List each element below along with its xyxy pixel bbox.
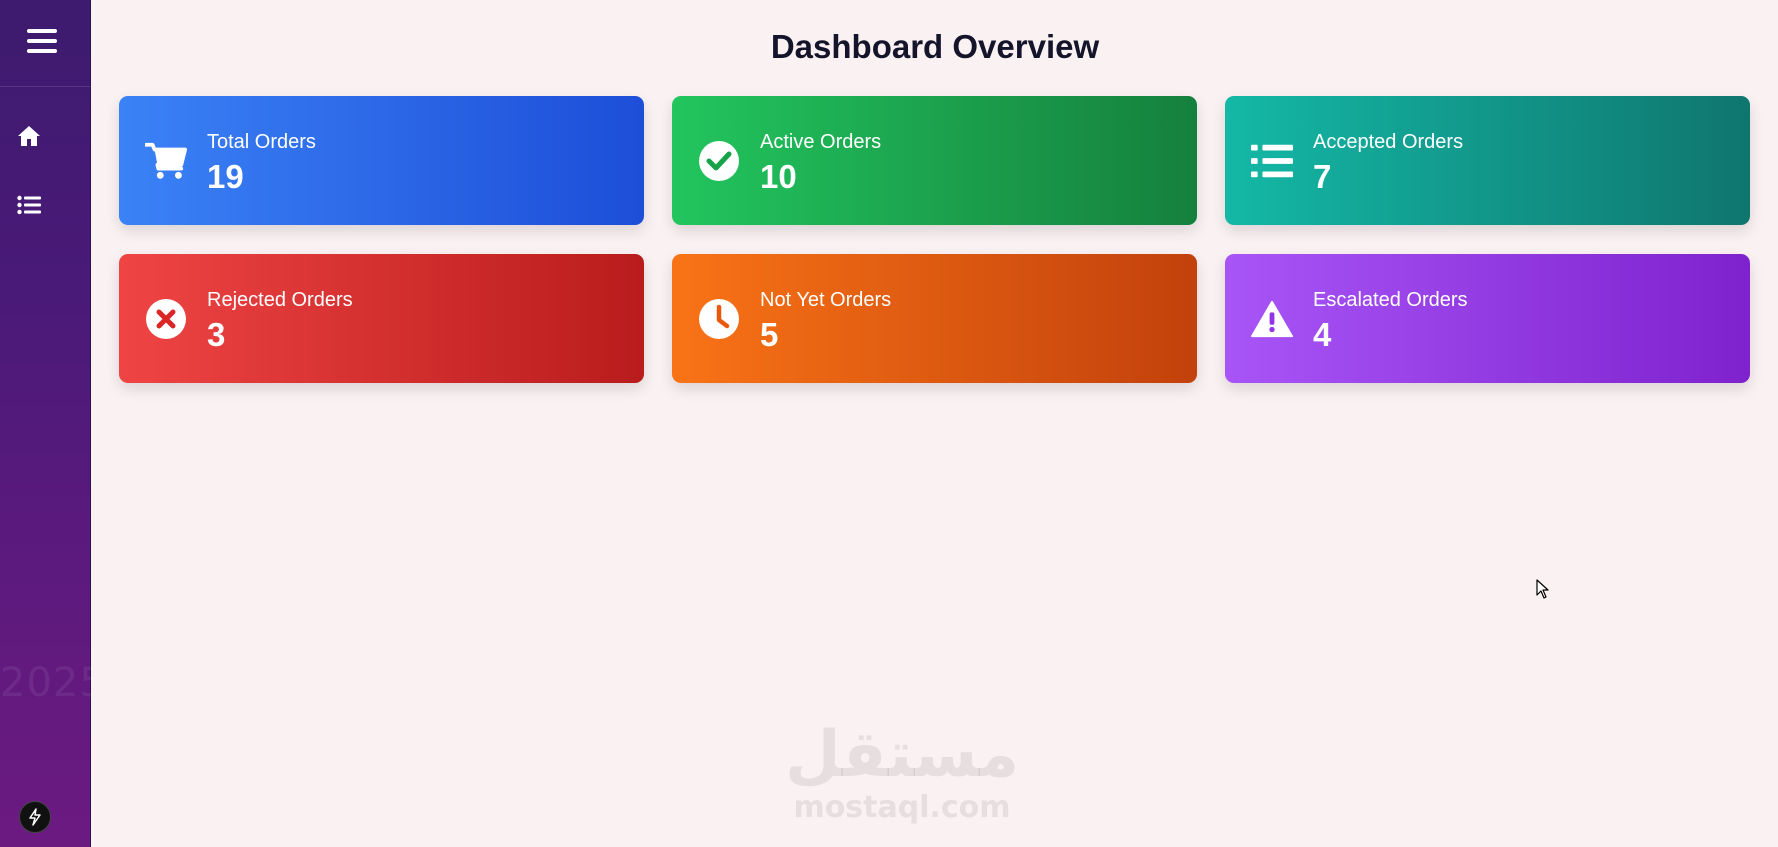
card-not-yet-orders[interactable]: Not Yet Orders 5 (672, 254, 1197, 383)
list-icon (1251, 140, 1293, 182)
card-value: 19 (207, 158, 244, 195)
card-label: Accepted Orders (1313, 131, 1464, 153)
card-escalated-orders[interactable]: Escalated Orders 4 (1225, 254, 1750, 383)
mouse-cursor-icon (1536, 579, 1549, 599)
card-value: 5 (760, 316, 779, 353)
list-icon (17, 195, 41, 215)
main-content: Dashboard Overview Total Orders 19 Activ… (92, 0, 1778, 847)
x-circle-icon (145, 298, 187, 340)
card-value: 3 (207, 316, 226, 353)
sidebar-item-list[interactable] (15, 191, 43, 219)
warning-icon (1251, 298, 1293, 340)
check-circle-icon (698, 140, 740, 182)
watermark-logo: مستقل mostaql.com (782, 720, 1022, 825)
card-accepted-orders[interactable]: Accepted Orders 7 (1225, 96, 1750, 225)
home-icon (18, 126, 40, 146)
card-total-orders[interactable]: Total Orders 19 (119, 96, 644, 225)
card-label: Total Orders (207, 131, 316, 153)
page-title: Dashboard Overview (770, 28, 1100, 65)
sidebar-item-home[interactable] (15, 122, 43, 150)
card-label: Active Orders (760, 131, 882, 153)
sidebar: 2025- (0, 0, 120, 847)
watermark-latin: mostaql.com (793, 790, 1011, 825)
cart-icon (145, 140, 187, 182)
card-label: Not Yet Orders (760, 289, 892, 311)
card-value: 4 (1313, 316, 1332, 353)
sidebar-divider (0, 86, 91, 87)
card-value: 7 (1313, 158, 1332, 195)
watermark-arabic: مستقل (784, 718, 1020, 792)
card-label: Rejected Orders (207, 289, 353, 311)
card-label: Escalated Orders (1313, 289, 1468, 311)
hamburger-menu-icon[interactable] (27, 28, 57, 54)
clock-icon (698, 298, 740, 340)
bolt-icon[interactable] (19, 801, 51, 833)
card-rejected-orders[interactable]: Rejected Orders 3 (119, 254, 644, 383)
card-active-orders[interactable]: Active Orders 10 (672, 96, 1197, 225)
card-value: 10 (760, 158, 797, 195)
